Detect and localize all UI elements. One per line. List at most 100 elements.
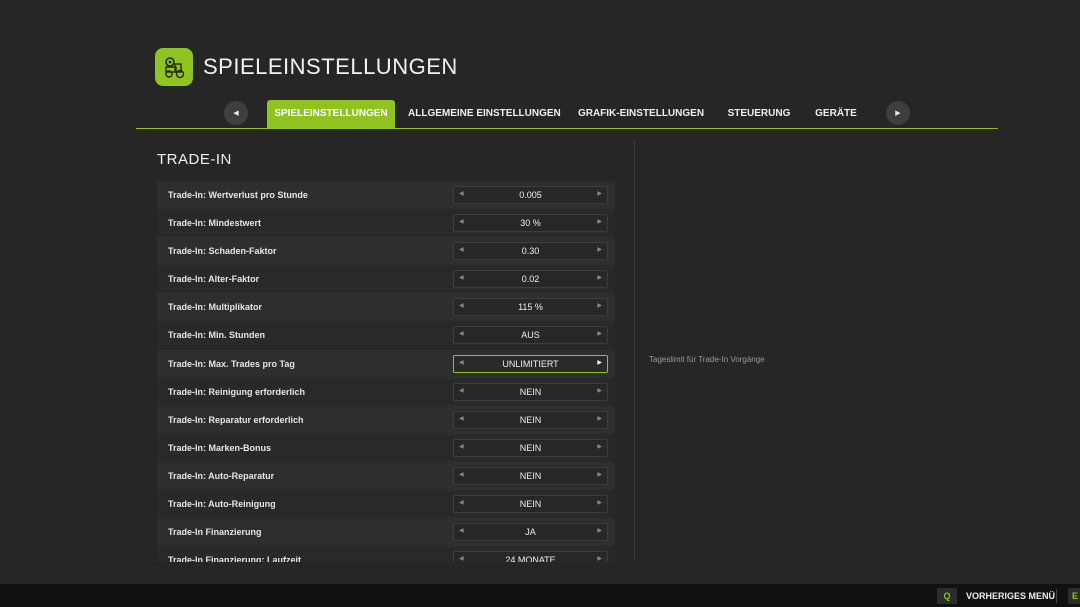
arrow-right-icon[interactable]: ▶	[597, 274, 602, 281]
setting-value: 0.02	[521, 274, 540, 285]
arrow-left-icon[interactable]: ◀	[459, 415, 464, 422]
back-key-badge: Q	[937, 588, 957, 604]
arrow-left-icon[interactable]: ◀	[459, 246, 464, 253]
tab-next-button[interactable]: ▶	[886, 101, 910, 125]
setting-row[interactable]: Trade-In: Mindestwert ◀ 30 % ▶	[157, 209, 615, 238]
arrow-right-icon[interactable]: ▶	[597, 443, 602, 450]
setting-label: Trade-In: Wertverlust pro Stunde	[168, 190, 308, 200]
setting-row[interactable]: Trade-In: Min. Stunden ◀ AUS ▶	[157, 321, 615, 350]
arrow-right-icon[interactable]: ▶	[597, 218, 602, 225]
arrow-left-icon[interactable]: ◀	[459, 190, 464, 197]
setting-value-selector[interactable]: ◀ NEIN ▶	[453, 382, 608, 401]
arrow-right-icon[interactable]: ▶	[597, 415, 602, 422]
setting-row[interactable]: Trade-In: Alter-Faktor ◀ 0.02 ▶	[157, 265, 615, 294]
arrow-right-icon[interactable]: ▶	[597, 302, 602, 309]
tab-prev-button[interactable]: ◀	[224, 101, 248, 125]
setting-value-selector[interactable]: ◀ NEIN ▶	[453, 438, 608, 457]
arrow-right-icon[interactable]: ▶	[597, 190, 602, 197]
setting-row[interactable]: Trade-In: Auto-Reparatur ◀ NEIN ▶	[157, 461, 615, 490]
tab-spieleinstellungen[interactable]: SPIELEINSTELLUNGEN	[267, 100, 395, 129]
arrow-left-icon[interactable]: ◀	[459, 218, 464, 225]
setting-value-selector[interactable]: ◀ NEIN ▶	[453, 466, 608, 485]
setting-value: NEIN	[519, 470, 542, 481]
arrow-left-icon[interactable]: ◀	[459, 471, 464, 478]
setting-value-selector[interactable]: ◀ 0.30 ▶	[453, 242, 608, 261]
bottom-separator	[1056, 589, 1057, 603]
setting-row[interactable]: Trade-In: Reparatur erforderlich ◀ NEIN ▶	[157, 405, 615, 434]
arrow-left-icon[interactable]: ◀	[459, 330, 464, 337]
setting-value-selector[interactable]: ◀ AUS ▶	[453, 326, 608, 345]
setting-value: UNLIMITIERT	[502, 358, 559, 369]
tab-steuerung[interactable]: STEUERUNG	[724, 100, 794, 129]
arrow-left-icon[interactable]: ◀	[459, 359, 464, 366]
tractor-gear-icon	[165, 57, 185, 79]
arrow-right-icon[interactable]: ▶	[597, 499, 602, 506]
next-key-badge[interactable]: E	[1068, 588, 1080, 604]
setting-row[interactable]: Trade-In Finanzierung: Laufzeit ◀ 24 MONAT…	[157, 546, 615, 562]
setting-label: Trade-In: Marken-Bonus	[168, 442, 272, 453]
arrow-right-icon[interactable]: ▶	[597, 359, 602, 366]
page-title: SPIELEINSTELLUNGEN	[203, 54, 458, 79]
setting-value: NEIN	[519, 414, 542, 425]
setting-label: Trade-In: Mindestwert	[168, 218, 262, 229]
setting-label: Trade-In: Reinigung erforderlich	[168, 386, 306, 397]
setting-row[interactable]: Trade-In: Auto-Reinigung ◀ NEIN ▶	[157, 490, 615, 519]
tab-bar: ◀ SPIELEINSTELLUNGEN ALLGEMEINE EINSTELL…	[136, 97, 998, 129]
help-text: Tageslimit für Trade-In Vorgänge	[649, 355, 765, 364]
header-logo	[155, 48, 193, 86]
back-button[interactable]: VORHERIGES MENÜ	[966, 591, 1055, 601]
setting-value-selector[interactable]: ◀ NEIN ▶	[453, 410, 608, 429]
setting-value: NEIN	[519, 386, 542, 397]
setting-value: JA	[525, 527, 536, 538]
setting-row[interactable]: Trade-In Finanzierung ◀ JA ▶	[157, 518, 615, 547]
arrow-right-icon[interactable]: ▶	[597, 387, 602, 394]
setting-value: 24 MONATE	[505, 555, 556, 562]
setting-value: NEIN	[519, 499, 542, 510]
setting-row[interactable]: Trade-In: Max. Trades pro Tag ◀ UNLIMITIER…	[157, 349, 615, 378]
arrow-right-icon[interactable]: ▶	[597, 471, 602, 478]
setting-row[interactable]: Trade-In: Reinigung erforderlich ◀ NEIN ▶	[157, 377, 615, 406]
arrow-left-icon[interactable]: ◀	[459, 499, 464, 506]
bottom-bar: Q VORHERIGES MENÜ E	[0, 584, 1080, 607]
setting-value-selector[interactable]: ◀ JA ▶	[453, 523, 608, 542]
setting-label: Trade-In Finanzierung: Laufzeit	[168, 555, 302, 562]
tab-allgemeine-einstellungen[interactable]: ALLGEMEINE EINSTELLUNGEN	[408, 100, 561, 129]
setting-label: Trade-In: Auto-Reparatur	[168, 470, 275, 481]
setting-row[interactable]: Trade-In: Schaden-Faktor ◀ 0.30 ▶	[157, 237, 615, 266]
tab-grafik-einstellungen[interactable]: GRAFIK-EINSTELLUNGEN	[576, 100, 706, 129]
divider	[634, 141, 635, 561]
setting-value-selector[interactable]: ◀ UNLIMITIERT ▶	[453, 354, 608, 373]
setting-label: Trade-In: Schaden-Faktor	[168, 246, 277, 257]
settings-list: Trade-In: Wertverlust pro Stunde ◀ 0.005 ▶ T…	[157, 181, 615, 562]
tab-geraete[interactable]: GERÄTE	[810, 100, 862, 129]
setting-value: 30 %	[520, 218, 541, 229]
setting-label: Trade-In: Alter-Faktor	[168, 274, 260, 285]
arrow-left-icon[interactable]: ◀	[459, 527, 464, 534]
setting-value: 0.005	[519, 190, 542, 200]
setting-label: Trade-In Finanzierung	[168, 527, 262, 538]
arrow-left-icon[interactable]: ◀	[459, 555, 464, 562]
section-title: TRADE-IN	[157, 151, 232, 168]
setting-value-selector[interactable]: ◀ 115 % ▶	[453, 298, 608, 317]
setting-row[interactable]: Trade-In: Marken-Bonus ◀ NEIN ▶	[157, 433, 615, 462]
setting-value-selector[interactable]: ◀ 24 MONATE ▶	[453, 551, 608, 562]
arrow-right-icon[interactable]: ▶	[597, 527, 602, 534]
arrow-right-icon[interactable]: ▶	[597, 555, 602, 562]
arrow-left-icon[interactable]: ◀	[459, 302, 464, 309]
arrow-right-icon[interactable]: ▶	[597, 246, 602, 253]
arrow-left-icon[interactable]: ◀	[459, 387, 464, 394]
setting-label: Trade-In: Reparatur erforderlich	[168, 414, 304, 425]
arrow-right-icon[interactable]: ▶	[597, 330, 602, 337]
setting-label: Trade-In: Min. Stunden	[168, 330, 265, 341]
setting-row[interactable]: Trade-In: Wertverlust pro Stunde ◀ 0.005 ▶	[157, 181, 615, 209]
setting-value-selector[interactable]: ◀ 0.02 ▶	[453, 270, 608, 289]
arrow-left-icon[interactable]: ◀	[459, 443, 464, 450]
arrow-left-icon[interactable]: ◀	[459, 274, 464, 281]
setting-value: 115 %	[518, 302, 543, 313]
setting-label: Trade-In: Multiplikator	[168, 302, 263, 313]
setting-row[interactable]: Trade-In: Multiplikator ◀ 115 % ▶	[157, 293, 615, 322]
setting-value-selector[interactable]: ◀ NEIN ▶	[453, 495, 608, 514]
setting-value: 0.30	[521, 246, 540, 257]
setting-value-selector[interactable]: ◀ 30 % ▶	[453, 214, 608, 233]
setting-value-selector[interactable]: ◀ 0.005 ▶	[453, 186, 608, 204]
